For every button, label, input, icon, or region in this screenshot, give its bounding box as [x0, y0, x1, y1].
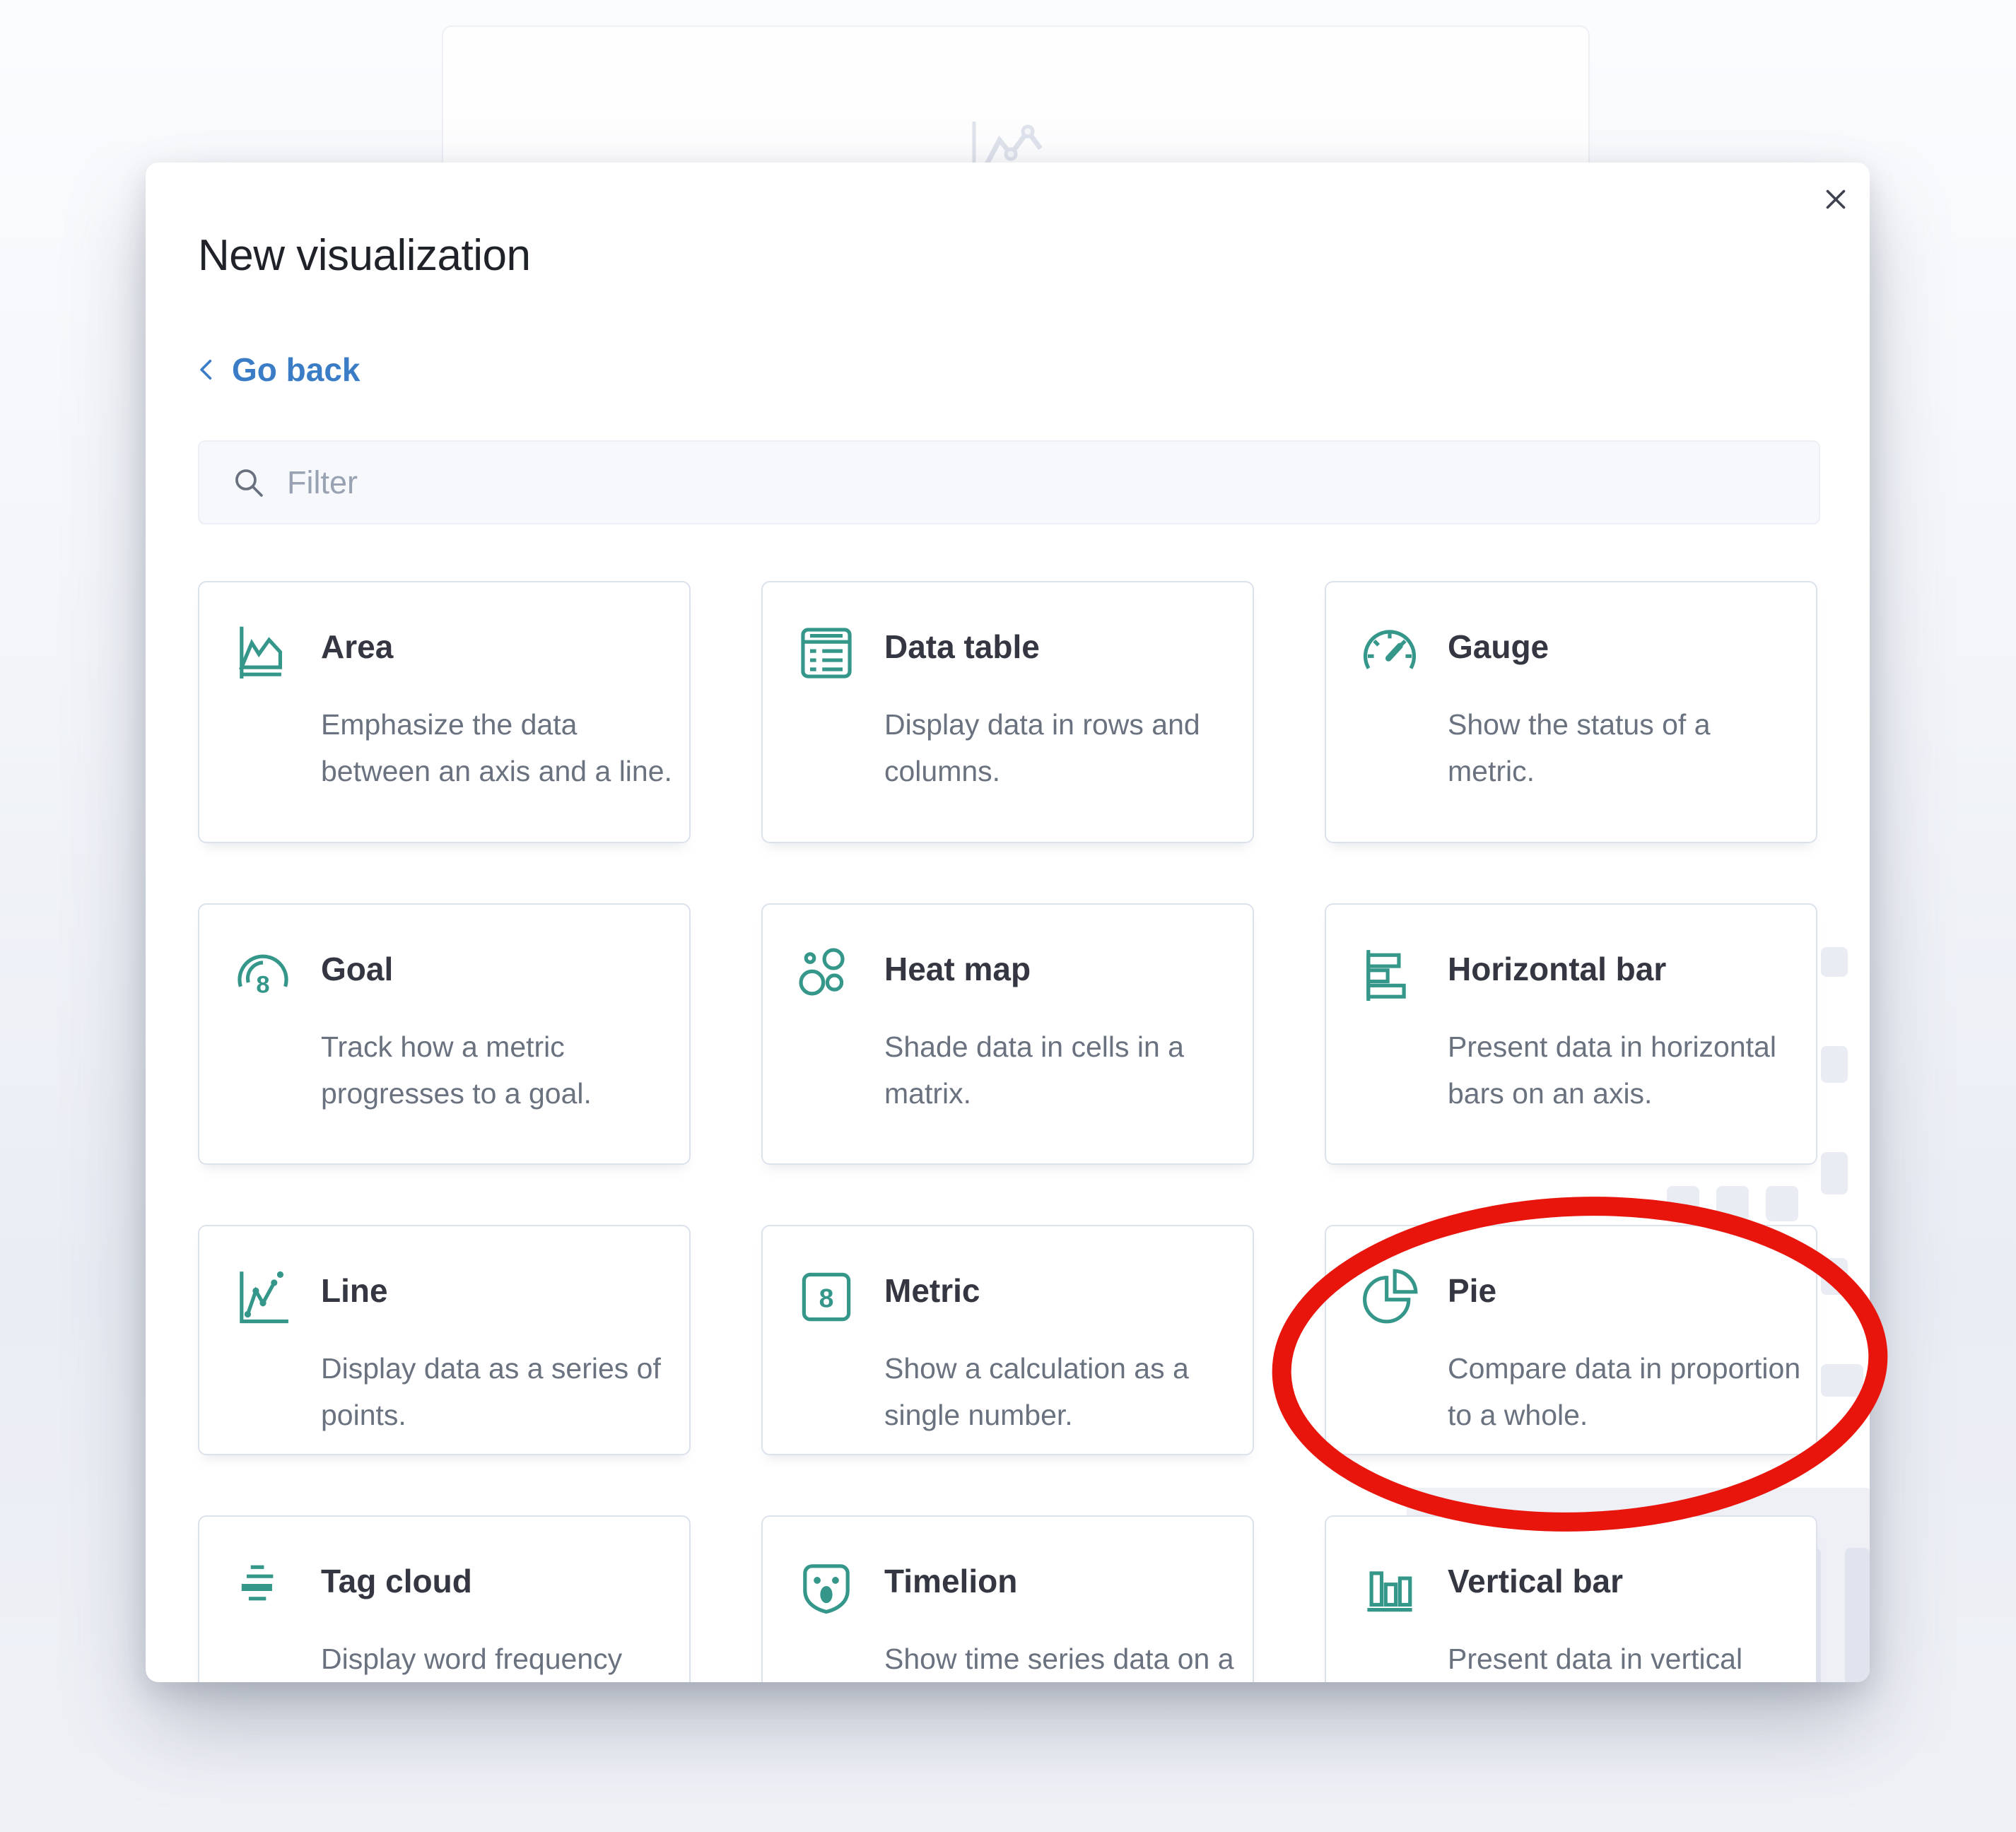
vis-type-description: Display data in rows and columns.	[884, 701, 1241, 794]
vis-type-card-line[interactable]: Line Display data as a series of points.	[198, 1225, 691, 1455]
vis-type-card-metric[interactable]: 8 Metric Show a calculation as a single nu…	[761, 1225, 1254, 1455]
vis-type-description: Present data in vertical bars on an axis…	[1448, 1636, 1805, 1682]
modal-title: New visualization	[198, 230, 531, 281]
page-background: New visualization Go back	[0, 0, 2016, 1832]
visualization-type-grid: Area Emphasize the data between an axis a…	[198, 581, 1817, 1682]
metric-icon: 8	[794, 1264, 859, 1329]
vis-type-card-gauge[interactable]: Gauge Show the status of a metric.	[1325, 581, 1817, 843]
line-icon	[230, 1264, 295, 1329]
vis-type-title: Gauge	[1448, 628, 1549, 666]
new-visualization-modal: New visualization Go back	[146, 163, 1870, 1682]
vis-type-card-vertical-bar[interactable]: Vertical bar Present data in vertical bar…	[1325, 1515, 1817, 1682]
heat-map-icon	[794, 943, 859, 1008]
vis-type-description: Emphasize the data between an axis and a…	[321, 701, 678, 794]
close-icon	[1819, 183, 1852, 216]
filter-search-box	[198, 440, 1820, 524]
vis-type-description: Present data in horizontal bars on an ax…	[1448, 1023, 1805, 1117]
vis-type-description: Show a calculation as a single number.	[884, 1345, 1241, 1438]
vis-type-description: Track how a metric progresses to a goal.	[321, 1023, 678, 1117]
vis-type-title: Line	[321, 1272, 388, 1310]
vis-type-title: Data table	[884, 628, 1040, 666]
vis-type-title: Goal	[321, 950, 393, 988]
vis-type-description: Display word frequency with font size.	[321, 1636, 678, 1682]
background-chart-decoration	[1821, 1258, 1848, 1295]
vis-type-card-data-table[interactable]: Data table Display data in rows and colum…	[761, 581, 1254, 843]
background-chart-decoration	[1821, 947, 1848, 977]
vis-type-title: Area	[321, 628, 393, 666]
chevron-left-icon	[192, 355, 222, 384]
vis-type-card-heat-map[interactable]: Heat map Shade data in cells in a matrix.	[761, 903, 1254, 1165]
background-chart-decoration	[1845, 1548, 1870, 1682]
vis-type-title: Metric	[884, 1272, 980, 1310]
vis-type-title: Heat map	[884, 950, 1031, 988]
search-icon	[230, 464, 267, 501]
vis-type-card-pie[interactable]: Pie Compare data in proportion to a whole…	[1325, 1225, 1817, 1455]
go-back-label: Go back	[232, 351, 361, 389]
tag-cloud-icon	[230, 1555, 295, 1620]
data-table-icon	[794, 621, 859, 686]
vis-type-description: Show time series data on a graph.	[884, 1636, 1241, 1682]
vis-type-card-timelion[interactable]: Timelion Show time series data on a graph…	[761, 1515, 1254, 1682]
goal-icon: 8	[230, 943, 295, 1008]
background-chart-decoration	[1821, 1152, 1848, 1194]
horizontal-bar-icon	[1357, 943, 1422, 1008]
background-chart-decoration	[1821, 1364, 1863, 1397]
svg-text:8: 8	[256, 971, 269, 998]
vis-type-card-tag-cloud[interactable]: Tag cloud Display word frequency with fon…	[198, 1515, 691, 1682]
svg-text:8: 8	[819, 1283, 834, 1313]
vis-type-description: Compare data in proportion to a whole.	[1448, 1345, 1805, 1438]
area-icon	[230, 621, 295, 686]
filter-input[interactable]	[286, 441, 1819, 524]
vis-type-title: Timelion	[884, 1562, 1017, 1600]
vis-type-title: Vertical bar	[1448, 1562, 1623, 1600]
gauge-icon	[1357, 621, 1422, 686]
vis-type-description: Shade data in cells in a matrix.	[884, 1023, 1241, 1117]
vis-type-card-goal[interactable]: 8 Goal Track how a metric progresses to a …	[198, 903, 691, 1165]
timelion-icon	[794, 1555, 859, 1620]
vertical-bar-icon	[1357, 1555, 1422, 1620]
vis-type-title: Tag cloud	[321, 1562, 472, 1600]
vis-type-card-area[interactable]: Area Emphasize the data between an axis a…	[198, 581, 691, 843]
vis-type-card-horizontal-bar[interactable]: Horizontal bar Present data in horizontal…	[1325, 903, 1817, 1165]
vis-type-title: Horizontal bar	[1448, 950, 1666, 988]
vis-type-title: Pie	[1448, 1272, 1496, 1310]
go-back-link[interactable]: Go back	[192, 351, 361, 389]
close-modal-button[interactable]	[1817, 181, 1854, 218]
vis-type-description: Show the status of a metric.	[1448, 701, 1805, 794]
pie-icon	[1357, 1264, 1422, 1329]
vis-type-description: Display data as a series of points.	[321, 1345, 678, 1438]
background-chart-decoration	[1821, 1046, 1848, 1083]
